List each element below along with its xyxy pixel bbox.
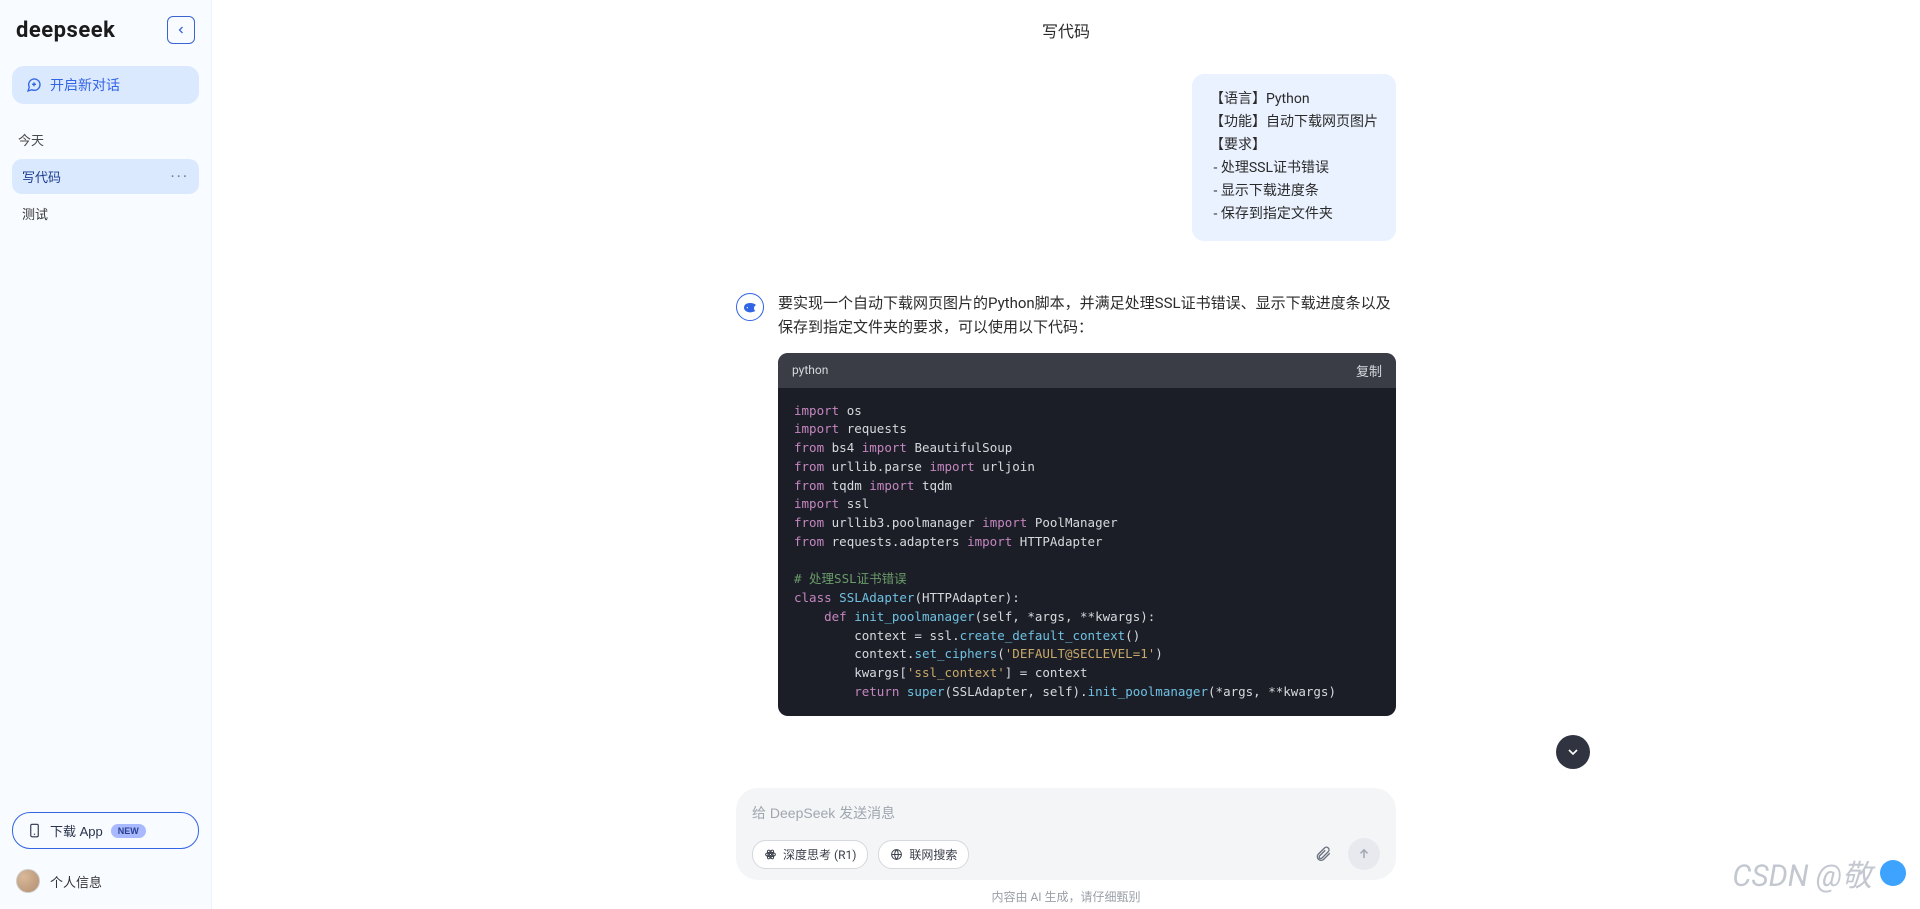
page-title: 写代码 <box>212 0 1920 54</box>
new-chat-icon <box>26 77 42 93</box>
chevron-down-icon <box>1565 744 1581 760</box>
code-lang-label: python <box>792 363 828 377</box>
whale-icon <box>742 299 758 315</box>
brand-logo: deepseek <box>16 18 115 43</box>
composer: 深度思考 (R1) 联网搜索 <box>736 788 1396 880</box>
more-icon[interactable]: ··· <box>170 167 189 186</box>
profile-button[interactable]: 个人信息 <box>12 863 199 899</box>
profile-label: 个人信息 <box>50 872 102 891</box>
arrow-up-icon <box>1357 847 1371 861</box>
atom-icon <box>764 848 777 861</box>
web-search-toggle[interactable]: 联网搜索 <box>878 840 969 869</box>
assistant-avatar <box>736 293 764 321</box>
message-input[interactable] <box>752 802 1380 824</box>
download-app-button[interactable]: 下载 App NEW <box>12 812 199 849</box>
sidebar-item-label: 写代码 <box>22 167 61 186</box>
sidebar: deepseek 开启新对话 今天 写代码 ··· 测试 下载 App NEW … <box>0 0 212 909</box>
paperclip-icon <box>1314 845 1332 863</box>
chat-scroll-area[interactable]: 【语言】Python 【功能】自动下载网页图片 【要求】 - 处理SSL证书错误… <box>212 54 1920 788</box>
sidebar-item-test[interactable]: 测试 <box>12 196 199 231</box>
scroll-to-bottom-button[interactable] <box>1556 735 1590 769</box>
globe-icon <box>890 848 903 861</box>
collapse-sidebar-button[interactable] <box>167 16 195 44</box>
phone-icon <box>27 823 42 838</box>
sidebar-item-write-code[interactable]: 写代码 ··· <box>12 159 199 194</box>
deep-think-toggle[interactable]: 深度思考 (R1) <box>752 840 868 869</box>
new-chat-button[interactable]: 开启新对话 <box>12 66 199 104</box>
download-app-label: 下载 App <box>50 821 103 840</box>
avatar <box>16 869 40 893</box>
deep-think-label: 深度思考 (R1) <box>783 846 856 863</box>
assistant-message-row: 要实现一个自动下载网页图片的Python脚本，并满足处理SSL证书错误、显示下载… <box>736 291 1396 716</box>
attach-button[interactable] <box>1308 839 1338 869</box>
assistant-intro-text: 要实现一个自动下载网页图片的Python脚本，并满足处理SSL证书错误、显示下载… <box>778 291 1396 339</box>
user-message: 【语言】Python 【功能】自动下载网页图片 【要求】 - 处理SSL证书错误… <box>1192 74 1396 241</box>
copy-code-button[interactable]: 复制 <box>1356 361 1382 380</box>
new-chat-label: 开启新对话 <box>50 75 120 95</box>
disclaimer-text: 内容由 AI 生成，请仔细甄别 <box>212 880 1920 905</box>
send-button[interactable] <box>1348 838 1380 870</box>
chevron-left-icon <box>175 24 187 36</box>
user-message-row: 【语言】Python 【功能】自动下载网页图片 【要求】 - 处理SSL证书错误… <box>736 74 1396 241</box>
code-content[interactable]: import os import requests from bs4 impor… <box>778 388 1396 716</box>
code-block: python 复制 import os import requests from… <box>778 353 1396 716</box>
sidebar-item-label: 测试 <box>22 204 48 223</box>
composer-area: 深度思考 (R1) 联网搜索 内容由 AI 生成，请仔细甄别 <box>212 788 1920 909</box>
new-badge: NEW <box>111 824 146 838</box>
main: 写代码 【语言】Python 【功能】自动下载网页图片 【要求】 - 处理SSL… <box>212 0 1920 909</box>
sidebar-section-today: 今天 <box>12 126 199 153</box>
web-search-label: 联网搜索 <box>909 846 957 863</box>
